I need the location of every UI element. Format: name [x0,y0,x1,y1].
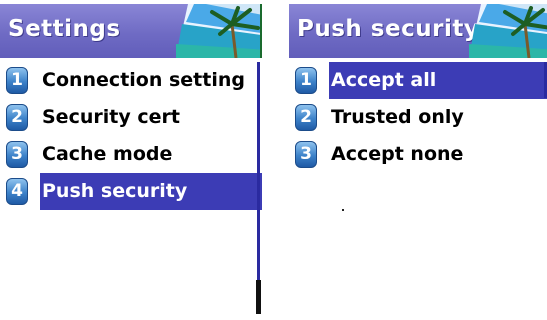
menu-item-connection-setting[interactable]: 1 Connection setting [0,62,262,99]
screen-title: Push security [297,16,480,42]
screen-artifact-dot [342,209,344,211]
menu-item-accept-all[interactable]: 1 Accept all [289,62,547,99]
menu-item-security-cert[interactable]: 2 Security cert [0,99,262,136]
beach-palm-icon [176,4,262,58]
menu-item-accept-none[interactable]: 3 Accept none [289,136,547,173]
title-bar: Push security [289,4,547,58]
number-badge-icon: 1 [295,67,317,94]
screen-title: Settings [8,16,121,42]
number-badge-icon: 4 [6,178,28,205]
number-badge-icon: 2 [295,104,317,131]
number-badge-icon: 1 [6,67,28,94]
menu-item-label: Cache mode [42,143,173,165]
scrollbar-thumb[interactable] [256,280,261,314]
settings-screen: Settings 1 Connection setting 2 Security… [0,0,262,320]
menu-item-cache-mode[interactable]: 3 Cache mode [0,136,262,173]
menu-item-label: Connection setting [42,69,245,91]
menu-item-label: Security cert [42,106,180,128]
menu-item-trusted-only[interactable]: 2 Trusted only [289,99,547,136]
menu-item-label: Push security [40,173,262,210]
number-badge-icon: 3 [295,141,317,168]
push-security-menu: 1 Accept all 2 Trusted only 3 Accept non… [289,62,547,173]
title-bar: Settings [0,4,262,58]
beach-palm-icon [469,4,547,58]
scrollbar[interactable] [257,62,260,314]
push-security-screen: Push security 1 Accept all 2 Trusted onl… [289,0,547,320]
number-badge-icon: 3 [6,141,28,168]
menu-item-label: Accept none [331,143,464,165]
settings-menu: 1 Connection setting 2 Security cert 3 C… [0,62,262,210]
menu-item-label: Accept all [329,62,547,99]
number-badge-icon: 2 [6,104,28,131]
menu-item-push-security[interactable]: 4 Push security [0,173,262,210]
menu-item-label: Trusted only [331,106,464,128]
